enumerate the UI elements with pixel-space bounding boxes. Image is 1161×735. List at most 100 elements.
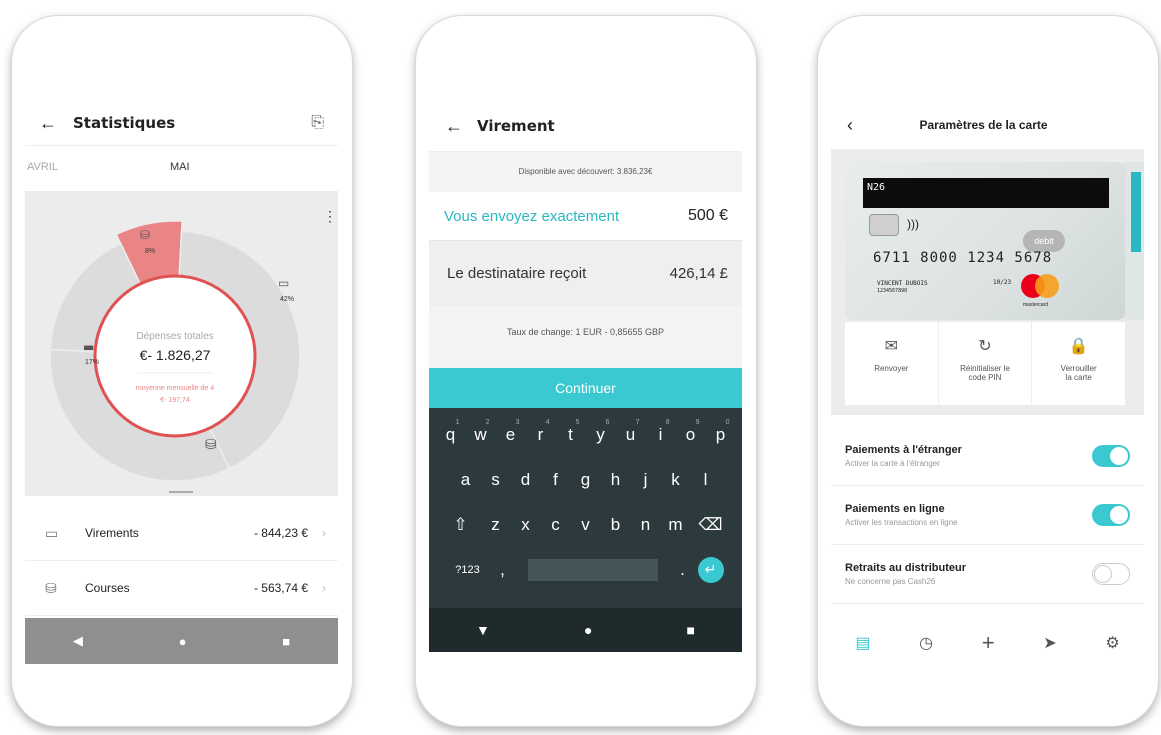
- list-item-virements[interactable]: ▭ Virements - 844,23 € ›: [25, 506, 338, 561]
- action-lock-card[interactable]: 🔒 Verrouiller la carte: [1032, 322, 1125, 405]
- action-label: Renvoyer: [874, 364, 909, 373]
- donut-center-label: Dépenses totales: [136, 331, 213, 342]
- send-value[interactable]: 500 €: [688, 207, 728, 225]
- month-current[interactable]: MAI: [170, 161, 190, 173]
- car-icon: ▬: [83, 340, 94, 354]
- history-tab-icon[interactable]: ◷: [919, 633, 933, 653]
- key-v[interactable]: v: [571, 515, 601, 535]
- key-w[interactable]: w2: [466, 419, 496, 445]
- page-title: Virement: [477, 116, 555, 135]
- settings-tab-icon[interactable]: ⚙: [1105, 633, 1119, 653]
- receive-label: Le destinataire reçoit: [447, 265, 587, 282]
- key-p[interactable]: p0: [706, 419, 736, 445]
- send-tab-icon[interactable]: ➤: [1043, 633, 1056, 653]
- key-hint: 7: [635, 418, 640, 426]
- key-e[interactable]: e3: [496, 419, 526, 445]
- drag-handle[interactable]: [169, 491, 193, 493]
- more-options-icon[interactable]: ⋮: [323, 208, 337, 224]
- key-a[interactable]: a: [451, 470, 481, 490]
- mail-icon: ✉: [884, 338, 899, 355]
- enter-key[interactable]: ↵: [697, 556, 724, 583]
- key-m[interactable]: m: [661, 515, 691, 535]
- numbers-key[interactable]: ?123: [448, 564, 488, 576]
- key-hint: 4: [545, 418, 550, 426]
- action-reset-pin[interactable]: ↻ Réinitialiser le code PIN: [939, 322, 1033, 405]
- lock-icon: 🔒: [1068, 338, 1089, 355]
- setting-text: Paiements en ligne Activer les transacti…: [845, 503, 1092, 527]
- back-nav-icon[interactable]: ◀: [73, 633, 83, 649]
- backspace-key[interactable]: ⌫: [691, 515, 731, 535]
- list-item-courses[interactable]: ⛁ Courses - 563,74 € ›: [25, 561, 338, 616]
- key-c[interactable]: c: [541, 515, 571, 535]
- list-item-value: - 563,74 €: [253, 581, 308, 595]
- space-key[interactable]: [527, 558, 658, 581]
- atm-withdrawals-toggle[interactable]: [1092, 563, 1130, 585]
- keyboard-row-1: q1w2e3r4t5y6u7i8o9p0: [429, 412, 742, 457]
- add-tab-icon[interactable]: +: [982, 630, 995, 656]
- back-arrow-icon[interactable]: ←: [39, 114, 57, 132]
- key-l[interactable]: l: [691, 470, 721, 490]
- back-arrow-icon[interactable]: ←: [445, 117, 463, 135]
- key-y[interactable]: y6: [586, 419, 616, 445]
- key-k[interactable]: k: [661, 470, 691, 490]
- card-network: mastercard: [1023, 302, 1049, 308]
- key-d[interactable]: d: [511, 470, 541, 490]
- key-o[interactable]: o9: [676, 419, 706, 445]
- document-icon[interactable]: ⎘: [311, 114, 324, 131]
- receive-value[interactable]: 426,14 £: [670, 265, 728, 282]
- key-g[interactable]: g: [571, 470, 601, 490]
- debit-card[interactable]: N26 ))) debit 6711 8000 1234 5678 VINCEN…: [845, 162, 1125, 320]
- settings-list: Paiements à l'étranger Activer la carte …: [831, 427, 1144, 604]
- key-u[interactable]: u7: [616, 419, 646, 445]
- key-s[interactable]: s: [481, 470, 511, 490]
- period-key[interactable]: .: [668, 560, 698, 580]
- keyboard: q1w2e3r4t5y6u7i8o9p0 asdfghjkl ⇧ zxcvbnm…: [429, 408, 742, 608]
- setting-foreign-payments: Paiements à l'étranger Activer la carte …: [831, 427, 1144, 486]
- groceries-icon: ⛁: [205, 437, 217, 453]
- segment-label-8: 8%: [145, 248, 155, 255]
- online-payments-toggle[interactable]: [1092, 504, 1130, 526]
- cards-tab-icon[interactable]: ▤: [855, 633, 870, 653]
- key-n[interactable]: n: [631, 515, 661, 535]
- receive-amount-field[interactable]: Le destinataire reçoit 426,14 £: [429, 240, 742, 306]
- key-z[interactable]: z: [481, 515, 511, 535]
- key-t[interactable]: t5: [556, 419, 586, 445]
- key-hint: 6: [605, 418, 610, 426]
- key-q[interactable]: q1: [436, 419, 466, 445]
- comma-key[interactable]: ,: [488, 560, 518, 580]
- key-h[interactable]: h: [601, 470, 631, 490]
- key-r[interactable]: r4: [526, 419, 556, 445]
- keyboard-row-3: ⇧ zxcvbnm ⌫: [429, 502, 742, 547]
- key-b[interactable]: b: [601, 515, 631, 535]
- continue-button[interactable]: Continuer: [429, 368, 742, 408]
- key-f[interactable]: f: [541, 470, 571, 490]
- setting-text: Paiements à l'étranger Activer la carte …: [845, 444, 1092, 468]
- key-hint: 0: [725, 418, 730, 426]
- shift-key[interactable]: ⇧: [441, 515, 481, 535]
- home-nav-icon[interactable]: ●: [179, 634, 187, 649]
- exchange-rate: Taux de change: 1 EUR - 0,85655 GBP: [429, 306, 742, 368]
- month-previous[interactable]: AVRIL: [27, 161, 58, 173]
- spending-donut-chart: Dépenses totales €- 1.826,27 moyenne men…: [49, 208, 337, 493]
- android-nav-bar: ▼ ● ■: [429, 608, 742, 652]
- list-item-value: - 844,23 €: [253, 526, 308, 540]
- card-stripe: [863, 178, 1109, 208]
- send-label: Vous envoyez exactement: [444, 207, 620, 225]
- home-nav-icon[interactable]: ●: [584, 622, 592, 638]
- keyboard-row-3-letters: zxcvbnm: [481, 515, 691, 535]
- send-amount-field[interactable]: Vous envoyez exactement 500 €: [429, 192, 742, 240]
- action-resend[interactable]: ✉ Renvoyer: [845, 322, 939, 405]
- contactless-icon: ))): [907, 217, 919, 231]
- key-x[interactable]: x: [511, 515, 541, 535]
- toggle-knob: [1094, 565, 1112, 583]
- key-j[interactable]: j: [631, 470, 661, 490]
- transfer-icon: ▭: [45, 524, 59, 541]
- recents-nav-icon[interactable]: ■: [282, 634, 290, 649]
- key-i[interactable]: i8: [646, 419, 676, 445]
- recents-nav-icon[interactable]: ■: [686, 622, 694, 638]
- back-nav-icon[interactable]: ▼: [476, 622, 490, 638]
- setting-title: Paiements en ligne: [845, 503, 945, 515]
- card-area: N26 ))) debit 6711 8000 1234 5678 VINCEN…: [831, 150, 1144, 415]
- phone-statistics: ← Statistiques ⎘ AVRIL MAI Dépenses tota…: [12, 16, 352, 726]
- foreign-payments-toggle[interactable]: [1092, 445, 1130, 467]
